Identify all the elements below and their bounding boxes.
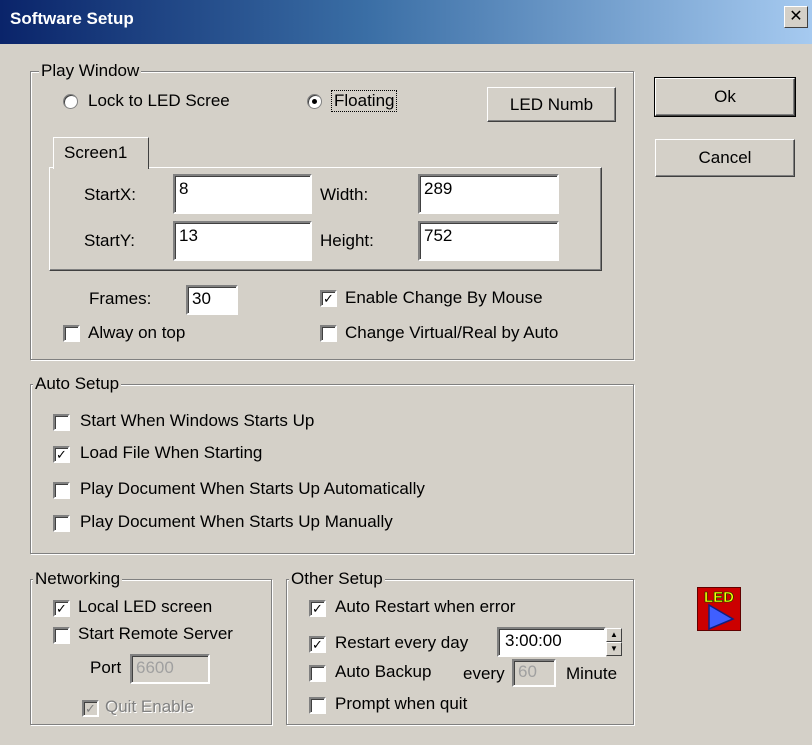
tab-screen1[interactable]: Screen1 xyxy=(53,137,149,169)
title-bar: Software Setup ✕ xyxy=(0,0,812,44)
height-input[interactable]: 752 xyxy=(418,221,559,261)
start-windows-checkbox[interactable] xyxy=(53,414,70,431)
play-manual-checkbox[interactable] xyxy=(53,515,70,532)
window-title: Software Setup xyxy=(10,9,134,28)
auto-restart-label: Auto Restart when error xyxy=(335,597,516,616)
frames-input[interactable]: 30 xyxy=(186,285,238,315)
radio-selected-dot xyxy=(312,99,317,104)
other-setup-label: Other Setup xyxy=(289,569,385,589)
startx-input[interactable]: 8 xyxy=(173,174,312,214)
ok-button[interactable]: Ok xyxy=(654,77,796,117)
local-led-label: Local LED screen xyxy=(78,597,213,616)
load-file-checkbox[interactable]: ✓ xyxy=(53,446,70,463)
spin-up-icon: ▲ xyxy=(610,630,618,639)
play-window-label: Play Window xyxy=(39,61,142,81)
starty-input[interactable]: 13 xyxy=(173,221,312,261)
lock-to-led-radio[interactable] xyxy=(63,94,78,109)
width-label: Width: xyxy=(320,185,369,204)
play-manual-label: Play Document When Starts Up Manually xyxy=(80,512,393,531)
play-auto-checkbox[interactable] xyxy=(53,482,70,499)
minute-label: Minute xyxy=(566,664,618,683)
logo-text: LED xyxy=(704,589,734,606)
load-file-label: Load File When Starting xyxy=(80,443,263,462)
remote-server-checkbox[interactable] xyxy=(53,627,70,644)
enable-change-mouse-checkbox[interactable]: ✓ xyxy=(320,290,337,307)
starty-label: StartY: xyxy=(84,231,136,250)
always-on-top-label: Alway on top xyxy=(88,323,186,342)
enable-change-mouse-label: Enable Change By Mouse xyxy=(345,288,543,307)
play-auto-label: Play Document When Starts Up Automatical… xyxy=(80,479,425,498)
restart-every-day-label: Restart every day xyxy=(335,633,469,652)
auto-backup-checkbox[interactable] xyxy=(309,665,326,682)
frames-label: Frames: xyxy=(89,289,152,308)
every-label: every xyxy=(463,664,505,683)
close-button[interactable]: ✕ xyxy=(784,6,808,28)
auto-restart-checkbox[interactable]: ✓ xyxy=(309,600,326,617)
led-play-logo-icon: LED xyxy=(696,586,742,632)
floating-label: Floating xyxy=(330,90,398,112)
floating-radio[interactable] xyxy=(307,94,322,109)
spin-down-button[interactable]: ▼ xyxy=(606,642,622,656)
led-numb-button[interactable]: LED Numb xyxy=(487,87,616,122)
networking-label: Networking xyxy=(33,569,123,589)
prompt-quit-checkbox[interactable] xyxy=(309,697,326,714)
port-label: Port xyxy=(90,658,122,677)
port-input[interactable]: 6600 xyxy=(130,654,210,684)
prompt-quit-label: Prompt when quit xyxy=(335,694,468,713)
always-on-top-checkbox[interactable] xyxy=(63,325,80,342)
change-virtual-real-checkbox[interactable] xyxy=(320,325,337,342)
quit-enable-label: Quit Enable xyxy=(105,697,194,716)
lock-to-led-label: Lock to LED Scree xyxy=(88,91,230,110)
height-label: Height: xyxy=(320,231,374,250)
change-virtual-real-label: Change Virtual/Real by Auto xyxy=(345,323,559,342)
backup-minutes-input[interactable]: 60 xyxy=(512,659,556,687)
local-led-checkbox[interactable]: ✓ xyxy=(53,600,70,617)
quit-enable-checkbox[interactable]: ✓ xyxy=(82,700,99,717)
auto-backup-label: Auto Backup xyxy=(335,662,432,681)
restart-every-day-checkbox[interactable]: ✓ xyxy=(309,636,326,653)
spin-up-button[interactable]: ▲ xyxy=(606,628,622,642)
startx-label: StartX: xyxy=(84,185,136,204)
restart-time-input[interactable]: 3:00:00 xyxy=(497,627,606,657)
cancel-button[interactable]: Cancel xyxy=(655,139,795,177)
width-input[interactable]: 289 xyxy=(418,174,559,214)
remote-server-label: Start Remote Server xyxy=(78,624,233,643)
auto-setup-label: Auto Setup xyxy=(33,374,122,394)
spin-down-icon: ▼ xyxy=(610,644,618,653)
start-windows-label: Start When Windows Starts Up xyxy=(80,411,315,430)
close-icon: ✕ xyxy=(789,8,803,25)
